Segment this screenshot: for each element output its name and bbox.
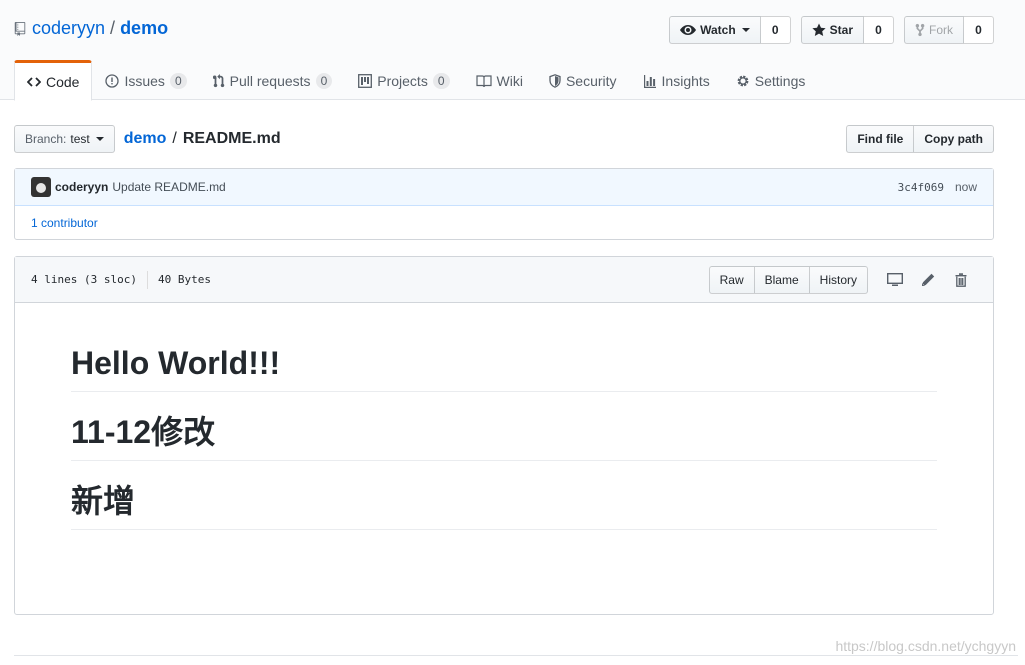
readme-heading: 11-12修改: [71, 412, 937, 461]
file-nav-actions: Find file Copy path: [846, 125, 994, 153]
watermark: https://blog.csdn.net/ychgyyn: [835, 638, 1016, 654]
tab-label: Settings: [754, 73, 806, 89]
code-icon: [27, 76, 41, 87]
repo-icon: [14, 21, 26, 36]
open-desktop-button[interactable]: [878, 266, 911, 294]
file-info: 4 lines (3 sloc) 40 Bytes: [31, 270, 211, 289]
file-actions: Raw Blame History: [708, 265, 977, 294]
file-size: 40 Bytes: [157, 273, 211, 286]
find-file-button[interactable]: Find file: [846, 125, 915, 153]
repo-nav: Code Issues 0 Pull requests 0 Projects 0…: [14, 60, 819, 101]
breadcrumb-separator: /: [172, 130, 177, 147]
breadcrumb-repo-link[interactable]: demo: [124, 130, 167, 148]
blame-button[interactable]: Blame: [754, 265, 810, 294]
tab-issues[interactable]: Issues 0: [92, 60, 199, 100]
star-count[interactable]: 0: [864, 16, 894, 44]
tab-label: Issues: [124, 73, 165, 89]
tab-label: Pull requests: [229, 73, 311, 89]
delete-file-button[interactable]: [944, 266, 977, 294]
avatar[interactable]: [31, 177, 51, 197]
tab-settings[interactable]: Settings: [723, 60, 819, 100]
tab-counter: 0: [315, 73, 333, 89]
watch-label: Watch: [700, 23, 736, 37]
commit-box: coderyyn Update README.md 3c4f069 now 1 …: [14, 168, 994, 240]
watch-button[interactable]: Watch: [669, 16, 761, 44]
tab-label: Code: [46, 73, 80, 90]
watch-group: Watch 0: [669, 16, 791, 44]
tab-label: Wiki: [496, 73, 523, 89]
commit-message[interactable]: Update README.md: [112, 180, 225, 194]
star-icon: [812, 23, 826, 36]
breadcrumb-file-name: README.md: [182, 130, 281, 147]
shield-icon: [549, 74, 561, 88]
tab-label: Insights: [661, 73, 710, 89]
copy-path-button[interactable]: Copy path: [914, 125, 994, 153]
commit-tease: coderyyn Update README.md 3c4f069 now: [15, 169, 993, 206]
tab-counter: 0: [432, 73, 450, 89]
fork-button[interactable]: Fork: [904, 16, 964, 44]
eye-icon: [680, 25, 697, 35]
repo-owner-link[interactable]: coderyyn: [32, 18, 105, 39]
star-button[interactable]: Star: [800, 16, 864, 44]
contributors-link[interactable]: 1 contributor: [31, 216, 98, 230]
repo-header: coderyyn / demo Watch 0 Star 0 Fork 0 Co…: [0, 0, 1025, 101]
book-icon: [475, 75, 492, 88]
file-action-group: Raw Blame History: [708, 265, 868, 294]
fork-group: Fork 0: [904, 16, 994, 44]
repo-title: coderyyn / demo: [14, 18, 168, 39]
chevron-down-icon: [95, 137, 104, 141]
chevron-down-icon: [741, 28, 750, 32]
file-navigation: Branch: test demo / README.md Find file …: [14, 125, 994, 153]
commit-meta: 3c4f069 now: [898, 180, 977, 194]
tab-insights[interactable]: Insights: [630, 60, 723, 100]
project-icon: [358, 74, 373, 88]
branch-name: test: [70, 132, 90, 146]
readme-content: Hello World!!! 11-12修改 新增: [15, 303, 993, 530]
tab-security[interactable]: Security: [536, 60, 630, 100]
file-box: 4 lines (3 sloc) 40 Bytes Raw Blame Hist…: [14, 256, 994, 615]
trash-icon: [955, 272, 966, 287]
file-header: 4 lines (3 sloc) 40 Bytes Raw Blame Hist…: [15, 257, 993, 303]
readme-heading: Hello World!!!: [71, 343, 937, 392]
breadcrumb: demo / README.md: [124, 130, 281, 148]
star-group: Star 0: [800, 16, 894, 44]
contributors-row: 1 contributor: [15, 206, 993, 240]
star-label: Star: [829, 23, 853, 37]
tab-pull-requests[interactable]: Pull requests 0: [200, 60, 346, 100]
watch-count[interactable]: 0: [760, 16, 791, 44]
repo-name-link[interactable]: demo: [120, 18, 168, 39]
fork-icon: [915, 23, 925, 37]
fork-count[interactable]: 0: [964, 16, 994, 44]
repo-title-separator: /: [110, 18, 116, 38]
gear-icon: [737, 75, 749, 87]
tab-projects[interactable]: Projects 0: [345, 60, 462, 100]
tab-wiki[interactable]: Wiki: [463, 60, 536, 100]
tab-label: Projects: [377, 73, 428, 89]
file-lines: 4 lines (3 sloc): [31, 273, 137, 286]
commit-sha[interactable]: 3c4f069: [898, 181, 944, 194]
graph-icon: [643, 75, 656, 88]
pull-request-icon: [212, 74, 224, 88]
raw-button[interactable]: Raw: [708, 265, 755, 294]
commit-time: now: [954, 180, 977, 194]
commit-author[interactable]: coderyyn: [55, 180, 108, 194]
tab-counter: 0: [169, 73, 187, 89]
edit-file-button[interactable]: [911, 266, 944, 294]
desktop-icon: [886, 272, 903, 286]
issue-icon: [105, 74, 120, 88]
branch-prefix: Branch:: [25, 132, 67, 146]
readme-heading: 新增: [71, 481, 937, 530]
pagehead-actions: Watch 0 Star 0 Fork 0: [669, 16, 994, 44]
history-button[interactable]: History: [809, 265, 868, 294]
footer-divider: [14, 655, 1018, 656]
tab-code[interactable]: Code: [14, 60, 93, 101]
pencil-icon: [921, 273, 934, 286]
tab-label: Security: [565, 73, 617, 89]
branch-select-button[interactable]: Branch: test: [14, 125, 115, 153]
file-info-divider: [146, 270, 148, 289]
fork-label: Fork: [929, 23, 953, 37]
